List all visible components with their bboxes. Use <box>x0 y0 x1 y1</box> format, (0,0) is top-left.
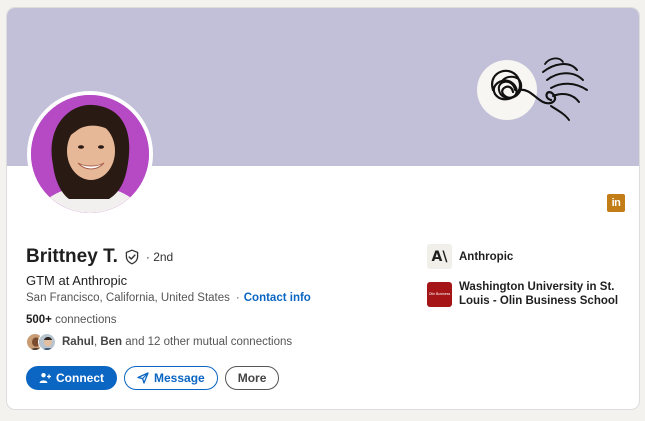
profile-card: in Brittney T. · 2nd GTM at Anthropic Sa… <box>6 7 640 410</box>
location-row: San Francisco, California, United States… <box>26 292 311 304</box>
current-company-name: Anthropic <box>459 250 514 263</box>
name-row: Brittney T. · 2nd <box>26 246 173 268</box>
profile-location: San Francisco, California, United States <box>26 292 230 304</box>
connections-label: connections <box>55 314 117 326</box>
connections-number: 500+ <box>26 314 52 326</box>
connections-count[interactable]: 500+ connections <box>26 314 116 326</box>
message-label: Message <box>154 371 205 385</box>
connect-label: Connect <box>56 371 104 385</box>
contact-separator: · <box>235 292 240 304</box>
anthropic-logo-icon: A\ <box>427 244 452 269</box>
verified-shield-icon[interactable] <box>124 249 140 265</box>
current-company[interactable]: A\ Anthropic <box>427 244 631 269</box>
more-label: More <box>237 371 267 385</box>
profile-avatar[interactable] <box>27 91 153 217</box>
mutual-connections-text: Rahul, Ben and 12 other mutual connectio… <box>62 336 292 348</box>
contact-info-link[interactable]: Contact info <box>244 292 311 304</box>
send-icon <box>137 372 149 384</box>
mutual-avatar-2 <box>38 333 56 351</box>
profile-name: Brittney T. <box>26 246 118 267</box>
olin-logo-icon: Olin Business <box>427 281 452 307</box>
profile-actions: Connect Message More <box>26 366 280 390</box>
connection-degree: · 2nd <box>145 250 174 264</box>
mutual-rest: and 12 other mutual connections <box>122 336 293 348</box>
linkedin-icon[interactable]: in <box>607 194 625 212</box>
mutual-name-2: Ben <box>100 336 123 348</box>
mutual-connections[interactable]: Rahul, Ben and 12 other mutual connectio… <box>26 333 292 351</box>
scribble-art-icon <box>477 57 588 121</box>
message-button[interactable]: Message <box>124 366 218 390</box>
education-school-name: Washington University in St. Louis - Oli… <box>459 281 619 307</box>
add-person-icon <box>39 373 51 383</box>
connect-button[interactable]: Connect <box>26 366 117 390</box>
more-button[interactable]: More <box>224 366 280 390</box>
education-school[interactable]: Olin Business Washington University in S… <box>427 280 631 308</box>
mutual-name-1: Rahul <box>62 336 94 348</box>
avatar-photo <box>31 95 149 213</box>
profile-headline: GTM at Anthropic <box>26 273 128 288</box>
